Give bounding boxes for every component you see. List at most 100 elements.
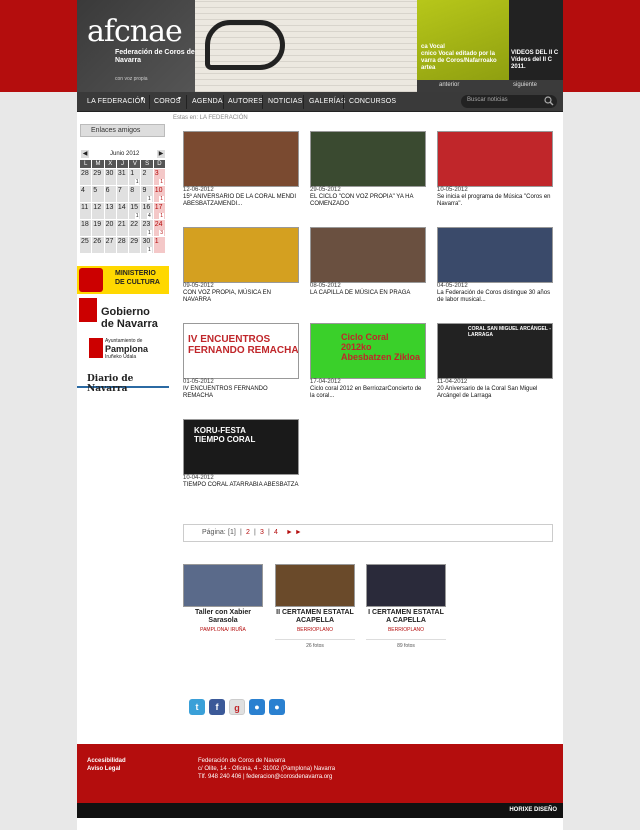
calendar-day: 28 (80, 169, 92, 185)
news-title[interactable]: 15º ANIVERSARIO DE LA CORAL MENDI ABESBA… (183, 194, 299, 208)
news-title[interactable]: Se inicia el programa de Música "Coros e… (437, 194, 553, 208)
calendar-title: Junio 2012 (110, 151, 140, 157)
gallery-item[interactable]: I CERTAMEN ESTATAL A CAPELLA BERRIOPLANO… (366, 564, 446, 649)
calendar-day[interactable]: 16 4 (141, 203, 153, 219)
calendar-day: 19 (92, 220, 104, 236)
news-thumb[interactable]: Ciclo Coral 2012ko Abesbatzen Zikloa (310, 323, 426, 379)
nav-concursos[interactable]: CONCURSOS (349, 98, 396, 105)
gallery-item[interactable]: II CERTAMEN ESTATAL ACAPELLA BERRIOPLANO… (275, 564, 355, 649)
sponsor-ministerio-label: MINISTERIO DE CULTURA (115, 270, 160, 286)
gallery-item[interactable]: Taller con Xabier Sarasola PAMPLONA/ IRU… (183, 564, 263, 633)
twitter-icon[interactable]: t (189, 699, 205, 715)
calendar-day: 2 (141, 169, 153, 185)
search-input[interactable]: Buscar noticias (467, 97, 508, 103)
calendar-day[interactable]: 91 (141, 186, 153, 202)
gallery-title[interactable]: I CERTAMEN ESTATAL A CAPELLA (366, 609, 446, 625)
calendar-day[interactable]: 10 1 (153, 186, 166, 202)
news-thumb[interactable] (183, 131, 299, 187)
google-icon[interactable]: g (229, 699, 245, 715)
calendar-day-number: 2 (142, 170, 147, 177)
pamplona-big: Pamplona (105, 344, 149, 354)
news-thumb[interactable] (310, 227, 426, 283)
calendar-event-count: 4 (147, 213, 152, 219)
news-thumb[interactable]: CORAL SAN MIGUEL ARCÁNGEL - LARRAGA (437, 323, 553, 379)
news-title[interactable]: 20 Aniversario de la Coral San Miguel Ar… (437, 386, 553, 400)
page-link[interactable]: 3 (260, 529, 264, 536)
nav-la-federacion[interactable]: LA FEDERACIÓN (87, 98, 146, 105)
news-title[interactable]: TIEMPO CORAL ATARRABIA ABESBATZA (183, 482, 299, 489)
calendar-day: 26 (92, 237, 104, 253)
calendar-day[interactable]: 15 1 (129, 203, 141, 219)
calendar-day[interactable]: 23 1 (141, 220, 153, 236)
footer-aviso-legal-link[interactable]: Aviso Legal (87, 765, 126, 773)
calendar-day[interactable]: 30 1 (141, 237, 153, 253)
sponsor-diario-label: Diario de Navarra (87, 374, 134, 394)
slide-next[interactable]: siguiente (513, 82, 537, 88)
gallery-title[interactable]: Taller con Xabier Sarasola (183, 609, 263, 625)
news-thumb[interactable]: IV ENCUENTROS FERNANDO REMACHA (183, 323, 299, 379)
nav-agenda[interactable]: AGENDA (192, 98, 223, 105)
calendar-next-button[interactable]: ▶ (157, 150, 165, 158)
gallery-thumb[interactable] (183, 564, 263, 607)
news-title[interactable]: IV ENCUENTROS FERNANDO REMACHA (183, 386, 299, 400)
calendar-day[interactable]: 17 1 (153, 203, 166, 219)
nav-autores[interactable]: AUTORES (228, 98, 263, 105)
footer: Accesibilidad Aviso Legal Federación de … (77, 744, 563, 803)
calendar-day-header: J (116, 160, 129, 168)
footer-credit[interactable]: HORIXE DISEÑO (509, 807, 557, 813)
messenger-icon[interactable]: ● (249, 699, 265, 715)
search-icon[interactable] (544, 96, 554, 106)
page-link[interactable]: 2 (246, 529, 250, 536)
news-thumb[interactable] (183, 227, 299, 283)
chevron-down-icon: ▼ (177, 96, 182, 102)
calendar-day-number: 21 (117, 221, 126, 228)
gallery-location: BERRIOPLANO (296, 627, 334, 633)
tuenti-icon[interactable]: ● (269, 699, 285, 715)
calendar-day-number: 28 (81, 170, 89, 177)
slide-vocal[interactable]: ca Vocal cnico Vocal editado por la varr… (417, 0, 509, 80)
slide-prev[interactable]: anterior (439, 82, 459, 88)
footer-address: c/ Olite, 14 - Oficina, 4 - 31002 (Pampl… (198, 766, 336, 772)
gallery-title[interactable]: II CERTAMEN ESTATAL ACAPELLA (275, 609, 355, 625)
news-title[interactable]: LA CAPILLA DE MÚSICA EN PRAGA (310, 290, 426, 297)
facebook-icon[interactable]: f (209, 699, 225, 715)
calendar-day: 30 (104, 169, 116, 185)
news-thumb[interactable] (310, 131, 426, 187)
logo-subtitle: con voz propia (115, 76, 148, 82)
friends-links-button[interactable]: Enlaces amigos (80, 124, 165, 137)
search-box[interactable]: Buscar noticias (461, 95, 557, 108)
sponsor-ministerio[interactable]: MINISTERIO DE CULTURA (77, 266, 169, 294)
logo[interactable]: afcnae Federación de Coros de Navarra co… (77, 0, 197, 92)
sponsor-pamplona[interactable]: Ayuntamiento de Pamplona Iruñeko Udala (77, 336, 169, 364)
calendar-day-number: 4 (81, 187, 85, 194)
nav-galerias[interactable]: GALERÍAS (309, 98, 346, 105)
news-thumb[interactable] (437, 131, 553, 187)
news-title[interactable]: EL CICLO "CON VOZ PROPIA" YA HA COMENZAD… (310, 194, 426, 208)
sponsor-diario[interactable]: Diario de Navarra (77, 372, 169, 394)
news-title[interactable]: CON VOZ PROPIA, MÚSICA EN NAVARRA (183, 290, 299, 304)
calendar-day-number: 10 (154, 187, 163, 194)
calendar-day[interactable]: 31 (153, 169, 166, 185)
sponsor-gobierno-navarra[interactable]: Gobierno de Navarra (77, 296, 169, 332)
page-link[interactable]: 4 (274, 529, 278, 536)
next-page-icon[interactable]: ► ► (286, 529, 302, 536)
news-thumb[interactable]: KORU-FESTA TIEMPO CORAL (183, 419, 299, 475)
slide-videos[interactable]: VIDEOS DEL II C Vídeos del II C 2011. (509, 0, 563, 80)
gallery-thumb[interactable] (275, 564, 355, 607)
page-divider: | (240, 529, 242, 536)
calendar-prev-button[interactable]: ◀ (81, 150, 89, 158)
nav-divider (186, 95, 187, 109)
nav-noticias[interactable]: NOTICIAS (268, 98, 303, 105)
nav-divider (149, 95, 150, 109)
news-title[interactable]: La Federación de Coros distingue 30 años… (437, 290, 553, 304)
news-thumb[interactable] (437, 227, 553, 283)
calendar-day-header: L (80, 160, 92, 168)
calendar-day-number: 29 (130, 238, 138, 245)
calendar-day[interactable]: 11 (129, 169, 141, 185)
footer-accesibilidad-link[interactable]: Accesibilidad (87, 757, 126, 765)
footer-phone-email[interactable]: Tlf. 948 240 406 | federacion@corosdenav… (198, 773, 335, 781)
calendar-day[interactable]: 24 3 (153, 220, 166, 236)
footer-contact: Federación de Coros de Navarra c/ Olite,… (198, 757, 335, 781)
gallery-thumb[interactable] (366, 564, 446, 607)
news-title[interactable]: Ciclo coral 2012 en BerriozarConcierto d… (310, 386, 426, 400)
